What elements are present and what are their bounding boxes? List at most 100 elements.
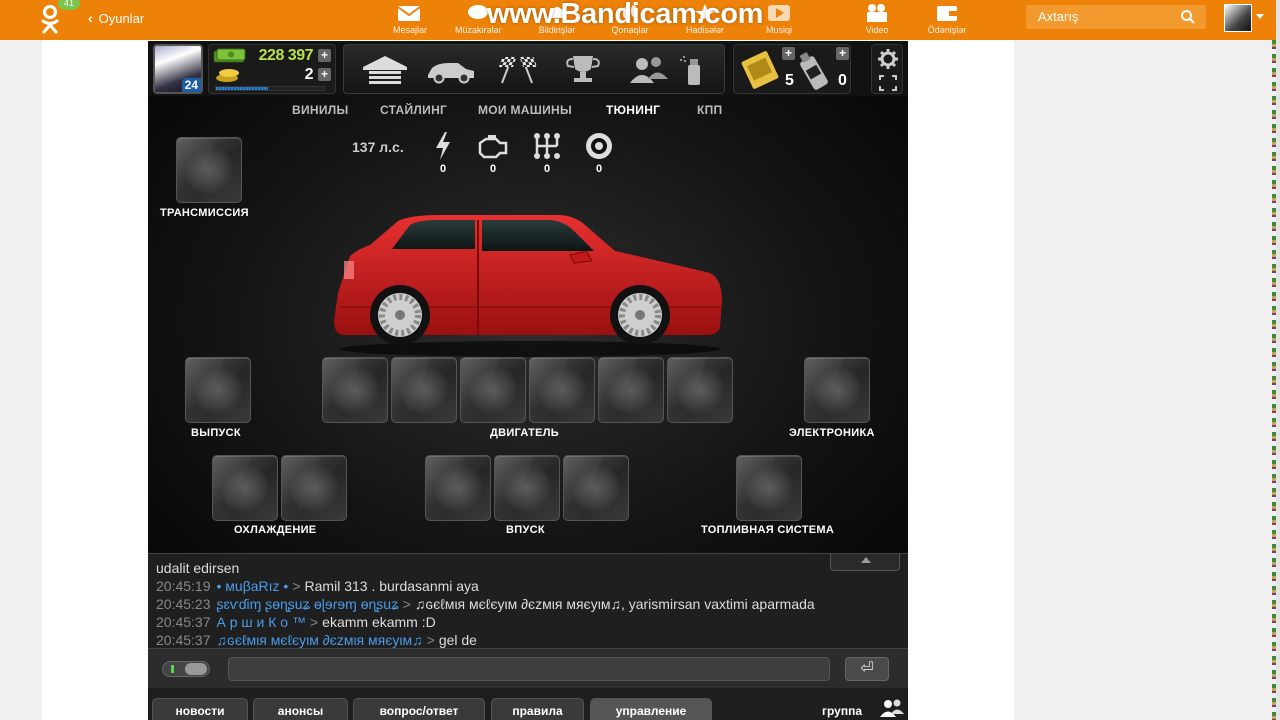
part-slot-engine-2[interactable] xyxy=(391,357,457,423)
search-input[interactable]: Axtarış xyxy=(1026,5,1206,29)
nav-payments[interactable]: Ödənişlər xyxy=(924,0,970,40)
race-ticket-icon[interactable] xyxy=(738,49,782,91)
gold-row: 2 + xyxy=(213,66,333,84)
tab-rules[interactable]: правила xyxy=(491,698,584,720)
tab-tuning[interactable]: ТЮНИНГ xyxy=(606,103,660,117)
part-slot-cooling-1[interactable] xyxy=(212,455,278,521)
nav-messages[interactable]: Mesajlar xyxy=(393,0,427,40)
part-slot-intake-3[interactable] xyxy=(563,455,629,521)
reply-arrow: > xyxy=(426,632,435,648)
currency-panel: 228 397 + 2 + xyxy=(208,44,336,94)
chevron-left-icon: ‹ xyxy=(88,10,93,26)
chat-timestamp: 20:45:19 xyxy=(156,578,211,594)
part-slot-exhaust[interactable] xyxy=(185,357,251,423)
add-money-button[interactable]: + xyxy=(318,49,331,62)
part-slot-cooling-2[interactable] xyxy=(281,455,347,521)
group-label-fuel-system: ТОПЛИВНАЯ СИСТЕМА xyxy=(701,524,835,536)
wheel-icon xyxy=(586,133,612,159)
chat-message-text: ekamm ekamm :D xyxy=(322,614,436,630)
chat-message-text: , yarismirsan vaxtimi aparmada xyxy=(620,596,815,612)
tab-announcements[interactable]: анонсы xyxy=(253,698,348,720)
part-slot-engine-4[interactable] xyxy=(529,357,595,423)
part-slot-intake-1[interactable] xyxy=(425,455,491,521)
group-label-transmission: ТРАНСМИССИЯ xyxy=(160,207,249,219)
chat-timestamp: 20:45:23 xyxy=(156,596,211,612)
tab-styling[interactable]: СТАЙЛИНГ xyxy=(380,103,447,117)
player-level-badge: 24 xyxy=(181,78,201,92)
part-slot-intake-2[interactable] xyxy=(494,455,560,521)
fullscreen-icon[interactable] xyxy=(878,74,898,92)
part-slot-engine-5[interactable] xyxy=(598,357,664,423)
back-to-games-link[interactable]: ‹ Oyunlar xyxy=(88,10,144,26)
tab-faq[interactable]: вопрос/ответ xyxy=(353,698,485,720)
nitro-bottle-icon[interactable] xyxy=(798,49,836,91)
part-slot-engine-3[interactable] xyxy=(460,357,526,423)
add-ticket-button[interactable]: + xyxy=(782,47,795,60)
tab-vinyls[interactable]: ВИНИЛЫ xyxy=(292,103,349,117)
add-gold-button[interactable]: + xyxy=(318,68,331,81)
chat-recipient[interactable]: Ramil 313 xyxy=(305,578,368,594)
chat-username[interactable]: ♫ɢєℓмιя мєℓєуιм ∂єzмιя мяєуιм♫ xyxy=(217,632,423,648)
lightning-icon xyxy=(436,132,450,160)
engine-stat-value: 0 xyxy=(489,163,497,175)
add-nitro-button[interactable]: + xyxy=(836,47,849,60)
car-stats: 137 л.с. 0 0 0 0 xyxy=(350,131,630,181)
nav-video[interactable]: Video xyxy=(861,0,893,40)
xp-progress-fill xyxy=(216,87,268,90)
reply-arrow: > xyxy=(309,614,319,630)
chat-timestamp: 20:45:37 xyxy=(156,632,211,648)
chat-recipient[interactable]: ♫ɢєℓмιя мєℓєуιм ∂єzмιя мяєуιм♫ xyxy=(415,596,621,612)
toggle-knob xyxy=(185,663,207,675)
spray-paint-icon[interactable] xyxy=(674,53,714,87)
chat-line-partial: udalit edirsen xyxy=(156,560,239,576)
tab-my-cars[interactable]: МОИ МАШИНЫ xyxy=(478,103,572,117)
film-camera-icon xyxy=(867,4,887,22)
money-amount: 228 397 xyxy=(258,47,314,64)
friends-icon[interactable] xyxy=(624,53,674,87)
group-label-cooling: ОХЛАЖДЕНИЕ xyxy=(234,524,317,536)
horsepower-value: 137 л.с. xyxy=(352,139,404,155)
gold-amount: 2 xyxy=(304,66,314,83)
scrollbar[interactable] xyxy=(1276,0,1280,720)
envelope-icon xyxy=(397,6,421,21)
chat-send-button[interactable]: ⏎ xyxy=(845,657,889,681)
chat-mode-toggle[interactable] xyxy=(162,661,210,677)
chat-timestamp: 20:45:37 xyxy=(156,614,211,630)
top-navigation-bar: 41 ‹ Oyunlar Mesajlar Müzakirələr Bildir… xyxy=(0,0,1280,40)
chat-message-input[interactable] xyxy=(228,657,830,681)
part-slot-engine-6[interactable] xyxy=(667,357,733,423)
reply-arrow: > xyxy=(402,596,411,612)
nav-music[interactable]: Musiqi xyxy=(762,0,796,40)
chat-collapse-button[interactable] xyxy=(830,554,900,571)
group-link[interactable]: группа xyxy=(822,704,862,718)
group-label-exhaust: ВЫПУСК xyxy=(191,427,241,439)
game-hud: 24 228 397 + 2 + + 5 + 0 xyxy=(148,41,908,96)
car-icon[interactable] xyxy=(426,53,476,87)
gear-icon[interactable] xyxy=(877,48,899,70)
nav-music-label: Musiqi xyxy=(765,25,792,35)
chat-username[interactable]: • мuβaRız • xyxy=(217,578,289,594)
power-stat-value: 0 xyxy=(439,163,447,175)
front-wheel-icon xyxy=(610,285,670,345)
part-slot-engine-1[interactable] xyxy=(322,357,388,423)
nav-video-label: Video xyxy=(865,25,889,35)
garage-icon[interactable] xyxy=(360,53,410,87)
player-avatar[interactable]: 24 xyxy=(153,44,203,94)
group-people-icon[interactable] xyxy=(880,698,904,718)
tab-controls[interactable]: управление xyxy=(590,698,712,720)
rear-wheel-icon xyxy=(370,285,430,345)
chat-log[interactable]: udalit edirsen 20:45:19 • мuβaRız • > Ramil… xyxy=(148,553,908,648)
bottom-tabs: новости анонсы вопрос/ответ правила упра… xyxy=(148,688,908,720)
user-avatar[interactable] xyxy=(1224,4,1252,32)
chevron-down-icon[interactable] xyxy=(1256,14,1264,19)
gearbox-stat-value: 0 xyxy=(543,163,551,175)
race-flags-icon[interactable] xyxy=(492,53,542,87)
chat-username[interactable]: ʂɛѵɗiɱ ʂɵɳʂuʑ ɵɭɘɾɘɱ ɵɳʂuʑ xyxy=(217,596,399,612)
tab-gearbox[interactable]: КПП xyxy=(697,103,722,117)
part-slot-electronics[interactable] xyxy=(804,357,870,423)
tab-news[interactable]: новости xyxy=(152,698,248,720)
part-slot-transmission[interactable] xyxy=(176,137,242,203)
chat-username[interactable]: А р ш и К о ™ xyxy=(217,614,306,630)
trophy-icon[interactable] xyxy=(558,53,608,87)
part-slot-fuel-system[interactable] xyxy=(736,455,802,521)
